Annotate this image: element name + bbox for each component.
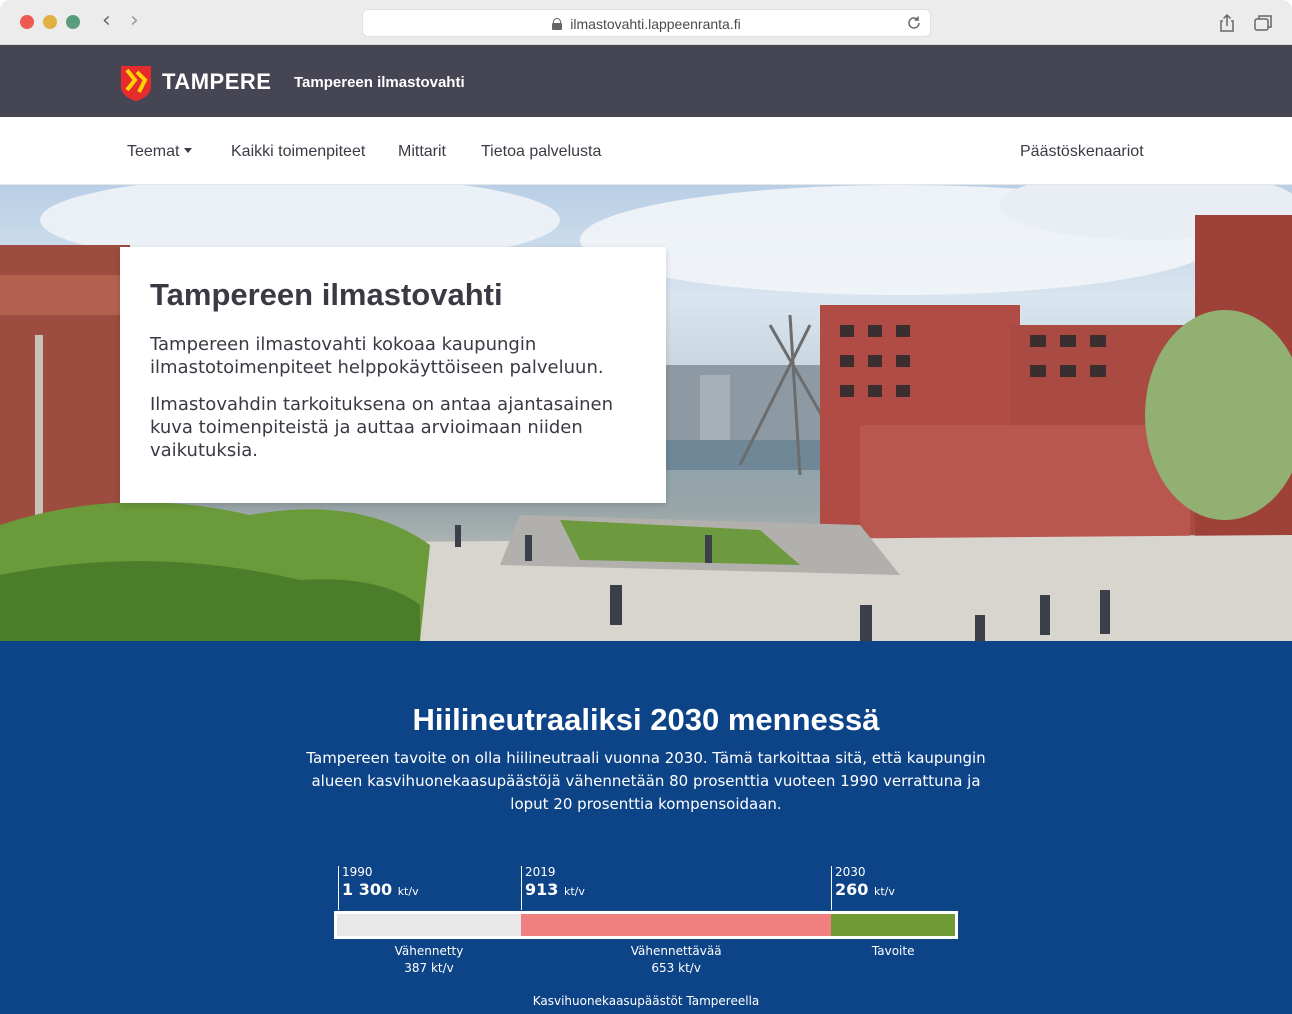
segment-name: Tavoite [871, 944, 915, 958]
zoom-window-button[interactable] [66, 15, 80, 29]
bar-segment-v-hennetty [337, 914, 521, 936]
marker-unit: kt/v [397, 885, 419, 898]
hero-title: Tampereen ilmastovahti [150, 277, 503, 312]
emissions-stacked-bar [334, 911, 958, 939]
brand-name[interactable]: TAMPERE [162, 69, 271, 95]
hero-paragraph-1: Tampereen ilmastovahti kokoaa kaupungin … [150, 334, 604, 378]
hero-paragraph-2: Ilmastovahdin tarkoituksena on antaa aja… [150, 394, 614, 461]
segment-value: 387 kt/v [404, 961, 454, 975]
bar-segment-label: Vähennettävää 653 kt/v [521, 943, 831, 977]
hero-section: Tampereen ilmastovahti Tampereen ilmasto… [0, 185, 1292, 641]
site-title[interactable]: Tampereen ilmastovahti [294, 74, 465, 91]
goal-title: Hiilineutraaliksi 2030 mennessä [412, 702, 880, 737]
carbon-neutral-goal-section: Hiilineutraaliksi 2030 mennessä Tamperee… [0, 641, 1292, 1014]
marker-year: 1990 [342, 865, 373, 879]
goal-description: Tampereen tavoite on olla hiilineutraali… [306, 749, 986, 813]
url-text: ilmastovahti.lappeenranta.fi [570, 16, 741, 32]
window-controls [20, 15, 80, 29]
tabs-overview-icon[interactable] [1252, 12, 1274, 34]
marker-year: 2019 [525, 865, 556, 879]
marker-year: 2030 [835, 865, 866, 879]
bar-segment-label: Tavoite [831, 943, 955, 960]
address-bar[interactable]: ilmastovahti.lappeenranta.fi [362, 9, 931, 37]
marker-value: 260 [835, 880, 869, 899]
share-icon[interactable] [1216, 12, 1238, 34]
marker-value: 1 300 [342, 880, 393, 899]
bar-segment-label: Vähennetty 387 kt/v [337, 943, 521, 977]
marker-2019: 2019 913 kt/v [521, 866, 585, 910]
segment-value: 653 kt/v [651, 961, 701, 975]
segment-name: Vähennettävää [630, 944, 722, 958]
lock-icon [552, 18, 563, 30]
main-navigation: Teemat Kaikki toimenpiteet Mittarit Tiet… [0, 117, 1292, 185]
marker-1990: 1990 1 300 kt/v [338, 866, 419, 910]
nav-tietoa-palvelusta[interactable]: Tietoa palvelusta [481, 143, 601, 161]
marker-unit: kt/v [873, 885, 895, 898]
back-icon[interactable]: ‹ [102, 10, 111, 32]
hero-intro-card: Tampereen ilmastovahti Tampereen ilmasto… [120, 247, 666, 503]
nav-teemat-dropdown[interactable]: Teemat [127, 143, 193, 161]
minimize-window-button[interactable] [43, 15, 57, 29]
site-header: TAMPERE Tampereen ilmastovahti [0, 45, 1292, 117]
marker-value: 913 [525, 880, 559, 899]
marker-2030: 2030 260 kt/v [831, 866, 895, 910]
nav-item-label: Teemat [127, 143, 180, 160]
bar-segment-v-hennett-v- [520, 914, 832, 936]
caret-down-icon [184, 148, 193, 153]
segment-name: Vähennetty [394, 944, 464, 958]
marker-unit: kt/v [563, 885, 585, 898]
bar-segment-tavoite [831, 914, 955, 936]
close-window-button[interactable] [20, 15, 34, 29]
nav-paastoskenaariot[interactable]: Päästöskenaariot [1020, 143, 1144, 161]
reload-icon[interactable] [906, 15, 922, 31]
chart-caption: Kasvihuonekaasupäästöt Tampereella [532, 994, 760, 1008]
tampere-crest-logo[interactable] [119, 64, 153, 102]
nav-mittarit[interactable]: Mittarit [398, 143, 446, 161]
browser-toolbar: ‹ › ilmastovahti.lappeenranta.fi [0, 0, 1292, 45]
nav-kaikki-toimenpiteet[interactable]: Kaikki toimenpiteet [231, 143, 365, 161]
forward-icon[interactable]: › [130, 10, 139, 32]
